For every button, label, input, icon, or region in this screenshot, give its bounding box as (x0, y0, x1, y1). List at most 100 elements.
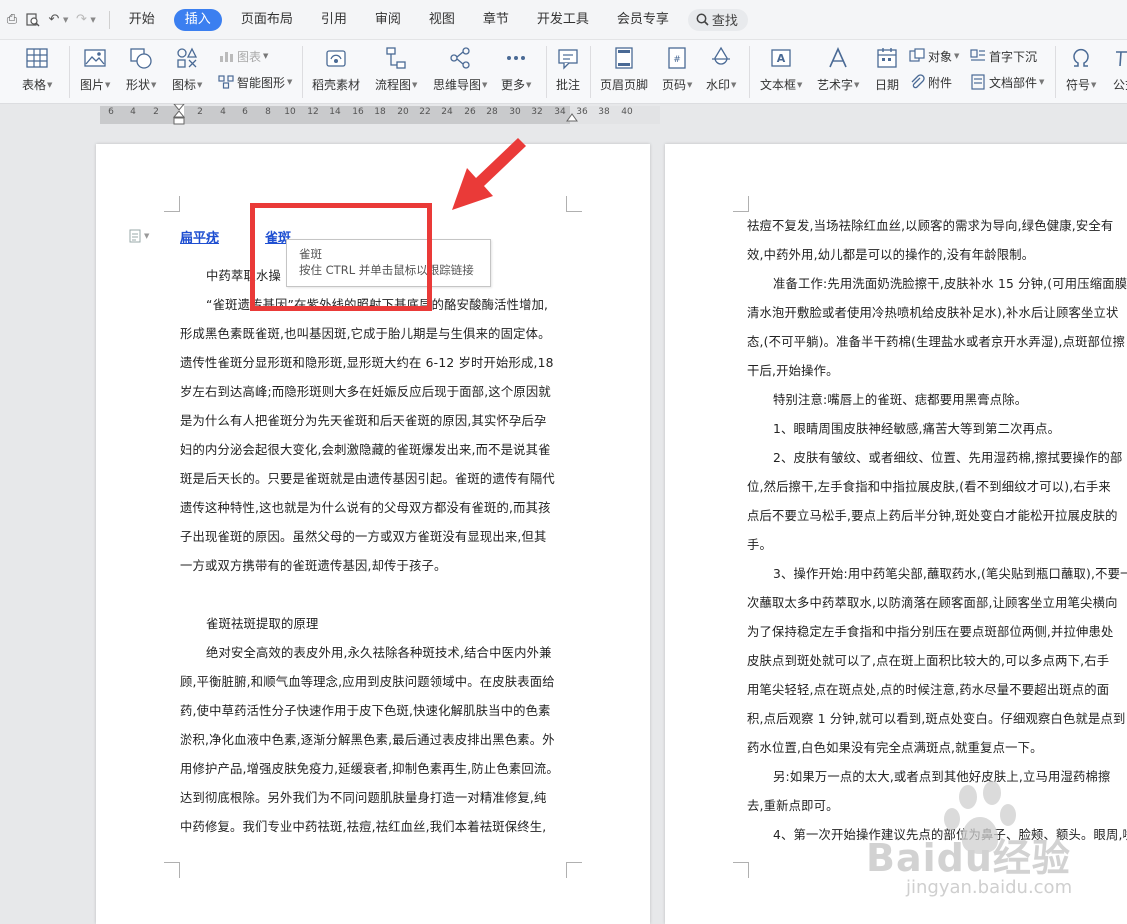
ruler-number: 26 (464, 107, 476, 117)
watermark-label: 水印 (706, 78, 731, 92)
ruler-number: 8 (265, 107, 271, 117)
picture-button[interactable]: 图片▼ (80, 40, 110, 104)
text-line: 为了保持稳定左手食指和中指分别压在要点斑部位两侧,并拉伸患处 (747, 625, 1114, 639)
ruler-number: 30 (509, 107, 521, 117)
print-icon[interactable]: ⎙ (2, 10, 22, 30)
tab-page-layout[interactable]: 页面布局 (232, 9, 302, 31)
tab-review[interactable]: 审阅 (366, 9, 410, 31)
print-preview-icon[interactable] (23, 10, 43, 30)
ribbon-separator (590, 46, 591, 98)
undo-icon[interactable]: ↶ (44, 10, 64, 30)
tab-view[interactable]: 视图 (420, 9, 464, 31)
drop-cap-button[interactable]: 首字下沉 (970, 46, 1037, 66)
date-button[interactable]: 日期 (874, 40, 900, 104)
table-icon (26, 48, 48, 68)
calendar-icon (877, 48, 897, 68)
chart-label: 图表 (237, 49, 262, 64)
wordart-icon (829, 47, 847, 68)
text-line: 皮肤点到斑处就可以了,点在斑上面积比较大的,可以多点两下,右手 (747, 654, 1110, 668)
quick-access-toolbar: ⎙ ↶ ▼ ↷ ▼ (0, 0, 99, 40)
tab-member[interactable]: 会员专享 (608, 9, 678, 31)
tab-home[interactable]: 开始 (120, 9, 164, 31)
wordart-button[interactable]: 艺术字▼ (817, 40, 859, 104)
page-number-button[interactable]: # 页码▼ (662, 40, 692, 104)
text-line: 雀斑祛斑提取的原理 (206, 617, 319, 631)
text-line (180, 581, 570, 610)
ruler-number: 2 (153, 107, 159, 117)
ribbon-separator (546, 46, 547, 98)
doc-parts-icon (971, 74, 985, 90)
smart-graphic-button[interactable]: 智能图形 ▼ (218, 72, 292, 92)
crop-mark (733, 196, 749, 212)
shape-button[interactable]: 形状▼ (126, 40, 156, 104)
watermark-brand: Baidu经验 (866, 836, 1071, 880)
drop-cap-label: 首字下沉 (989, 49, 1038, 64)
doc-parts-button[interactable]: 文档部件 ▼ (970, 72, 1044, 92)
ruler-number: 20 (397, 107, 409, 117)
chart-button[interactable]: 图表 ▼ (218, 46, 268, 66)
menu-separator (108, 10, 110, 29)
picture-label: 图片 (80, 78, 105, 92)
material-icon (326, 50, 346, 67)
insert-ribbon: 表格▼ 图片▼ 形状▼ 图标▼ 图表 ▼ 智能图形 ▼ 稻壳素材 流程图▼ 思维导图… (0, 40, 1127, 104)
mindmap-icon (450, 47, 470, 69)
mindmap-button[interactable]: 思维导图▼ (433, 40, 487, 104)
comment-button[interactable]: 批注 (555, 40, 581, 104)
smart-graphic-icon (218, 75, 234, 89)
ruler-number: 24 (441, 107, 453, 117)
crop-mark (164, 196, 180, 212)
search-button[interactable]: 查找 (687, 8, 748, 31)
formula-button[interactable]: 公式 (1112, 40, 1127, 104)
symbol-label: 符号 (1066, 78, 1091, 92)
tab-references[interactable]: 引用 (312, 9, 356, 31)
header-footer-label: 页眉页脚 (600, 78, 649, 92)
indent-marker-icon[interactable] (172, 104, 186, 126)
tab-insert[interactable]: 插入 (173, 8, 222, 31)
table-button[interactable]: 表格▼ (22, 40, 52, 104)
hyperlink-bianpingyou[interactable]: 扁平疣 (180, 227, 219, 246)
header-footer-icon (615, 47, 633, 69)
ruler-number: 38 (598, 107, 610, 117)
flowchart-button[interactable]: 流程图▼ (375, 40, 417, 104)
ruler-number: 12 (307, 107, 319, 117)
more-button[interactable]: 更多▼ (501, 40, 531, 104)
ruler-number: 18 (374, 107, 386, 117)
omega-icon (1073, 48, 1089, 67)
text-line: 妇的内分泌会起很大变化,会刺激隐藏的雀斑爆发出来,而不是说其雀 (180, 443, 551, 457)
attachment-label: 附件 (928, 75, 953, 90)
shape-label: 形状 (126, 78, 151, 92)
textbox-button[interactable]: A 文本框▼ (760, 40, 802, 104)
text-line: 斑是后天长的。只要是雀斑就是由遗传基因引起。雀斑的遗传有隔代 (180, 472, 555, 486)
paragraph-menu[interactable]: ▼ (128, 229, 149, 243)
tab-developer[interactable]: 开发工具 (528, 9, 598, 31)
page-number-icon: # (668, 47, 686, 69)
watermark-button[interactable]: 水印▼ (706, 40, 736, 104)
ruler-number: 14 (329, 107, 341, 117)
smart-graphic-label: 智能图形 (237, 75, 286, 90)
ruler-number: 6 (108, 107, 114, 117)
ruler-number: 32 (531, 107, 543, 117)
icon-library-button[interactable]: 图标▼ (172, 40, 202, 104)
text-line: 淤积,净化血液中色素,逐渐分解黑色素,最后通过表皮排出黑色素。外 (180, 733, 555, 747)
text-line: 是为什么有人把雀斑分为先天雀斑和后天雀斑的原因,其实怀孕后孕 (180, 414, 547, 428)
shape-icon (130, 48, 152, 69)
text-line: 遗传性雀斑分显形斑和隐形斑,显形斑大约在 6-12 岁时开始形成,18 (180, 356, 554, 370)
text-line: 药,使中草药活性分子快速作用于皮下色斑,快速化解肌肤当中的色素 (180, 704, 551, 718)
text-line: 特别注意:嘴唇上的雀斑、痣都要用黑膏点除。 (773, 393, 1028, 407)
page1-body: 中药萃取水操 “雀斑遗传基因”在紫外线的照射下基底层的酪安酸酶活性增加, 形成黑色素… (180, 262, 570, 842)
horizontal-ruler[interactable]: 6 4 2 2 4 6 8 10 12 14 16 18 20 22 24 26 28 30 32 34 36 38 40 (0, 104, 1127, 126)
redo-icon[interactable]: ↷ (71, 10, 91, 30)
ruler-number: 36 (576, 107, 588, 117)
object-button[interactable]: 对象 ▼ (909, 46, 959, 66)
undo-dropdown-icon[interactable]: ▼ (63, 16, 68, 24)
ruler-number: 22 (419, 107, 431, 117)
header-footer-button[interactable]: 页眉页脚 (600, 40, 648, 104)
text-line: 1、眼睛周围皮肤神经敏感,痛苦大等到第二次再点。 (773, 422, 1061, 436)
material-button[interactable]: 稻壳素材 (312, 40, 360, 104)
symbol-button[interactable]: 符号▼ (1066, 40, 1096, 104)
redo-dropdown-icon[interactable]: ▼ (90, 16, 95, 24)
text-line: 位,然后擦干,左手食指和中指拉展皮肤,(看不到细纹才可以),右手来 (747, 480, 1111, 494)
tab-section[interactable]: 章节 (474, 9, 518, 31)
attachment-button[interactable]: 附件 (909, 72, 952, 92)
text-line: 用笔尖轻轻,点在斑点处,点的时候注意,药水尽量不要超出斑点的面 (747, 683, 1110, 697)
